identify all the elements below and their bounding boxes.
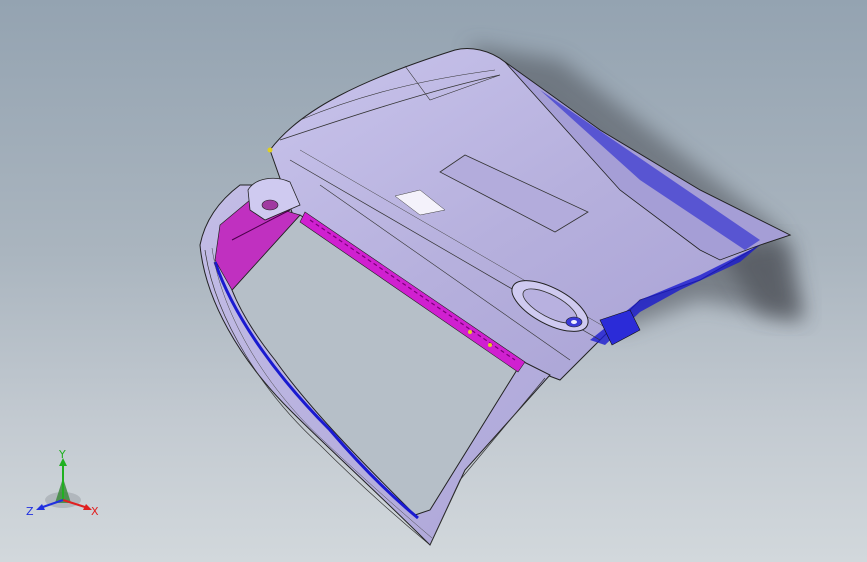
y-axis-label: Y — [58, 448, 66, 461]
model-view[interactable] — [0, 0, 867, 562]
z-axis-label: Z — [26, 505, 34, 518]
x-axis-label: X — [91, 505, 99, 518]
graphics-viewport[interactable]: Y X Z — [0, 0, 867, 562]
coordinate-triad[interactable]: Y X Z — [20, 448, 110, 528]
